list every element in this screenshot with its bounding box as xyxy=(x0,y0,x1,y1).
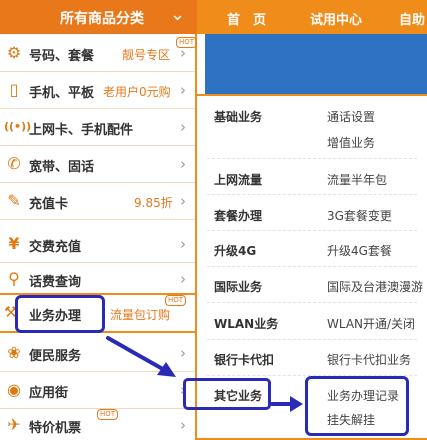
annotation-box-business xyxy=(15,295,105,333)
card-icon: ✎ xyxy=(7,191,21,210)
category-item-number-plan[interactable]: ⚙ 号码、套餐 靓号专区 HOT › xyxy=(0,35,198,71)
submenu-group-title: 套餐办理 xyxy=(214,209,263,223)
category-header[interactable]: 所有商品分类 ⌄ xyxy=(0,0,197,34)
category-promo[interactable]: 9.85折 xyxy=(134,194,173,211)
category-promo[interactable]: 靓号专区 xyxy=(122,46,170,63)
divider xyxy=(207,339,417,340)
chevron-right-icon: › xyxy=(180,416,186,434)
plane-icon: ✈ xyxy=(7,415,21,434)
annotation-box-records xyxy=(305,376,409,436)
submenu-link[interactable]: 流量半年包 xyxy=(327,171,387,188)
category-label: 应用街 xyxy=(29,386,69,401)
banner-image xyxy=(205,34,427,94)
handset-icon: ✆ xyxy=(7,154,21,173)
category-item-broadband[interactable]: ✆ 宽带、固话 › xyxy=(0,146,195,182)
divider xyxy=(207,266,417,267)
category-item-bill-query[interactable]: ⚲ 话费查询 › xyxy=(0,261,195,297)
chevron-right-icon: › xyxy=(180,270,186,288)
category-item-data-card[interactable]: ((•)) 上网卡、手机配件 › xyxy=(0,109,195,145)
chevron-right-icon: › xyxy=(180,155,186,173)
category-label: 便民服务 xyxy=(29,349,82,364)
category-promo[interactable]: 流量包订购 xyxy=(110,306,170,323)
submenu-link[interactable]: 增值业务 xyxy=(327,134,375,151)
submenu-group-title: WLAN业务 xyxy=(214,317,279,331)
nav-trial-center[interactable]: 试用中心 xyxy=(310,9,362,28)
category-item-phone-tablet[interactable]: ▯ 手机、平板 老用户0元购 › xyxy=(0,72,195,108)
submenu-link[interactable]: WLAN开通/关闭 xyxy=(327,315,415,332)
category-panel: ⚙ 号码、套餐 靓号专区 HOT › ▯ 手机、平板 老用户0元购 › ((•)… xyxy=(0,34,198,440)
search-icon: ⚲ xyxy=(8,269,20,288)
chevron-right-icon: › xyxy=(180,192,186,210)
android-icon: ◉ xyxy=(7,380,21,399)
nav-self-service[interactable]: 自助 xyxy=(399,9,425,28)
category-item-top-up-card[interactable]: ✎ 充值卡 9.85折 › xyxy=(0,183,195,219)
service-icon: ❀ xyxy=(7,343,21,362)
wifi-icon: ((•)) xyxy=(4,120,32,133)
phone-icon: ▯ xyxy=(9,80,19,99)
category-item-app-store[interactable]: ◉ 应用街 › xyxy=(0,372,195,408)
category-promo[interactable]: 老用户0元购 xyxy=(103,83,171,100)
submenu-group-title: 银行卡代扣 xyxy=(214,353,275,367)
chevron-down-icon: ⌄ xyxy=(170,4,186,25)
chevron-right-icon: › xyxy=(180,118,186,136)
category-label: 交费充值 xyxy=(29,240,82,255)
chevron-right-icon: › xyxy=(180,235,186,253)
submenu-link[interactable]: 升级4G套餐 xyxy=(327,242,392,259)
category-item-payment[interactable]: ¥ 交费充值 › xyxy=(0,226,195,262)
submenu-link[interactable]: 银行卡代扣业务 xyxy=(327,351,411,368)
submenu-group-title: 升级4G xyxy=(214,244,257,258)
chevron-right-icon: › xyxy=(180,344,186,362)
category-title: 所有商品分类 xyxy=(60,11,144,27)
category-label: 宽带、固话 xyxy=(29,160,95,175)
category-label: 充值卡 xyxy=(29,197,69,212)
chevron-right-icon: › xyxy=(180,81,186,99)
category-item-flight-deals[interactable]: ✈ 特价机票 HOT › xyxy=(0,407,195,440)
submenu-link[interactable]: 通话设置 xyxy=(327,108,375,125)
nav-home[interactable]: 首 页 xyxy=(227,9,266,28)
submenu-link[interactable]: 3G套餐变更 xyxy=(327,207,392,224)
submenu-group-title: 基础业务 xyxy=(214,110,263,124)
chevron-right-icon: › xyxy=(180,44,186,62)
category-label: 上网卡、手机配件 xyxy=(29,123,134,138)
divider xyxy=(207,194,417,195)
category-label: 号码、套餐 xyxy=(29,49,95,64)
category-label: 话费查询 xyxy=(29,275,82,290)
divider xyxy=(207,230,417,231)
submenu-group-title: 上网流量 xyxy=(214,173,263,187)
submenu-group-title: 国际业务 xyxy=(214,280,263,294)
gear-icon: ⚙ xyxy=(6,43,22,62)
category-label: 手机、平板 xyxy=(29,86,95,101)
annotation-box-other-business xyxy=(183,378,271,410)
category-label: 特价机票 xyxy=(29,421,82,436)
divider xyxy=(207,302,417,303)
hot-badge: HOT xyxy=(97,409,119,420)
category-item-community-service[interactable]: ❀ 便民服务 › xyxy=(0,335,195,371)
submenu-link[interactable]: 国际及台港澳漫游 xyxy=(327,278,423,295)
divider xyxy=(207,158,417,159)
yuan-icon: ¥ xyxy=(8,234,20,253)
hot-badge: HOT xyxy=(165,295,187,306)
divider xyxy=(0,219,195,220)
